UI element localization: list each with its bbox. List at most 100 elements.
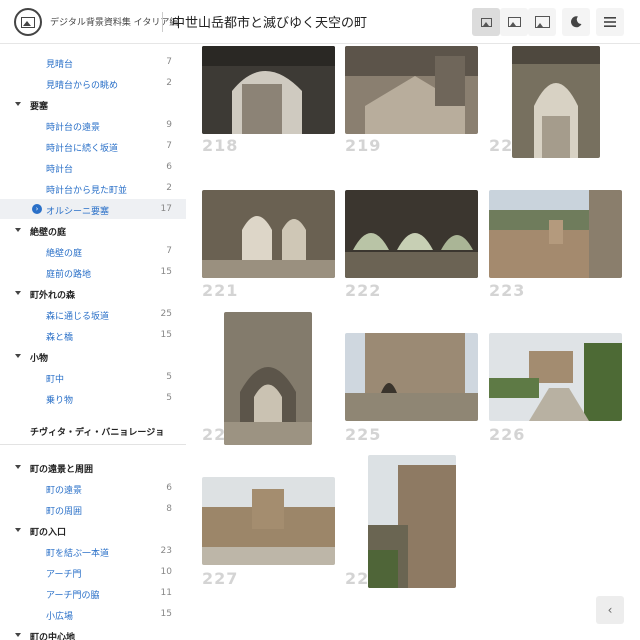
sidebar-item-label: 時計台から見た町並 bbox=[46, 186, 128, 196]
photo-number: 218 bbox=[202, 136, 239, 155]
site-title[interactable]: デジタル背景資料集 イタリア編 bbox=[50, 15, 178, 28]
caret-down-icon bbox=[15, 228, 21, 232]
sidebar-item-label: オルシーニ要塞 bbox=[46, 207, 110, 217]
sidebar-group-label: 町の中心地 bbox=[30, 633, 76, 640]
sidebar-item[interactable]: アーチ門 10 bbox=[0, 562, 186, 582]
sidebar-item-count: 6 bbox=[166, 162, 172, 172]
photo-image bbox=[368, 455, 456, 588]
photo-thumbnail[interactable] bbox=[345, 46, 478, 134]
photo-thumbnail[interactable] bbox=[345, 190, 478, 278]
sidebar-group[interactable]: 小物 bbox=[0, 346, 186, 366]
sidebar-group-label: 町の遠景と周囲 bbox=[30, 465, 94, 475]
sidebar-item[interactable]: 庭前の路地 15 bbox=[0, 262, 186, 282]
photo-thumbnail[interactable] bbox=[368, 455, 456, 588]
caret-down-icon bbox=[15, 354, 21, 358]
sidebar-group[interactable]: 町の入口 bbox=[0, 520, 186, 540]
dark-mode-button[interactable] bbox=[562, 8, 590, 36]
photo-gallery: 218 219 220 221 222 223 224 225 226 227 … bbox=[186, 44, 640, 640]
sidebar-item-count: 17 bbox=[160, 204, 172, 214]
sidebar-item-count: 6 bbox=[166, 483, 172, 493]
view-medium-button[interactable] bbox=[500, 8, 528, 36]
sidebar-group[interactable]: 要塞 bbox=[0, 94, 186, 114]
sidebar-item[interactable]: 町の遠景 6 bbox=[0, 478, 186, 498]
sidebar-item[interactable]: 乗り物 5 bbox=[0, 388, 186, 408]
sidebar-item-count: 9 bbox=[166, 120, 172, 130]
caret-down-icon bbox=[15, 633, 21, 637]
sidebar-item[interactable]: 森と橋 15 bbox=[0, 325, 186, 345]
sidebar-item[interactable]: 小広場 15 bbox=[0, 604, 186, 624]
sidebar-item[interactable]: アーチ門の脇 11 bbox=[0, 583, 186, 603]
sidebar-divider bbox=[0, 444, 186, 445]
sidebar: 見晴台 7 見晴台からの眺め 2 要塞 時計台の遠景 9 時計台に続く坂道 7 時計台 6… bbox=[0, 44, 186, 640]
sidebar-item-current[interactable]: › オルシーニ要塞 17 bbox=[0, 199, 186, 219]
moon-icon bbox=[570, 16, 582, 28]
photo-thumbnail[interactable] bbox=[489, 190, 622, 278]
sidebar-item[interactable]: 町を結ぶ一本道 23 bbox=[0, 541, 186, 561]
photo-number: 225 bbox=[345, 425, 382, 444]
sidebar-item-label: 町の遠景 bbox=[46, 486, 83, 496]
photo-thumbnail[interactable] bbox=[489, 333, 622, 421]
sidebar-item[interactable]: 町中 5 bbox=[0, 367, 186, 387]
photo-image bbox=[202, 477, 335, 565]
sidebar-item[interactable]: 時計台の遠景 9 bbox=[0, 115, 186, 135]
sidebar-group[interactable]: 町の遠景と周囲 bbox=[0, 457, 186, 477]
sidebar-item-count: 23 bbox=[160, 546, 172, 556]
menu-icon bbox=[604, 17, 616, 27]
sidebar-item-count: 2 bbox=[166, 78, 172, 88]
photo-image bbox=[345, 46, 478, 134]
back-button[interactable]: ‹ bbox=[596, 596, 624, 624]
photo-image bbox=[489, 190, 622, 278]
sidebar-item[interactable]: 時計台 6 bbox=[0, 157, 186, 177]
sidebar-item-label: 庭前の路地 bbox=[46, 270, 92, 280]
view-small-button[interactable] bbox=[472, 8, 500, 36]
photo-image bbox=[489, 333, 622, 421]
sidebar-item[interactable]: 町の周囲 8 bbox=[0, 499, 186, 519]
sidebar-item-label: アーチ門 bbox=[46, 570, 82, 580]
menu-button[interactable] bbox=[596, 8, 624, 36]
photo-thumbnail[interactable] bbox=[202, 190, 335, 278]
sidebar-item[interactable]: 見晴台 7 bbox=[0, 52, 186, 72]
sidebar-item[interactable]: 時計台から見た町並 2 bbox=[0, 178, 186, 198]
sidebar-item-label: 時計台 bbox=[46, 165, 74, 175]
sidebar-item-count: 15 bbox=[160, 609, 172, 619]
caret-down-icon bbox=[15, 102, 21, 106]
picture-icon bbox=[21, 16, 35, 28]
photo-image bbox=[345, 190, 478, 278]
photo-thumbnail[interactable] bbox=[202, 46, 335, 134]
header: デジタル背景資料集 イタリア編 中世山岳都市と滅びゆく天空の町 bbox=[0, 0, 640, 44]
picture-icon bbox=[480, 17, 492, 27]
sidebar-group[interactable]: 町の中心地 bbox=[0, 625, 186, 640]
sidebar-item-label: アーチ門の脇 bbox=[46, 591, 100, 601]
caret-down-icon bbox=[15, 465, 21, 469]
sidebar-item[interactable]: 見晴台からの眺め 2 bbox=[0, 73, 186, 93]
sidebar-item[interactable]: 時計台に続く坂道 7 bbox=[0, 136, 186, 156]
sidebar-item-count: 10 bbox=[160, 567, 172, 577]
sidebar-item-count: 15 bbox=[160, 267, 172, 277]
sidebar-group[interactable]: 絶壁の庭 bbox=[0, 220, 186, 240]
photo-number: 227 bbox=[202, 569, 239, 588]
photo-number: 226 bbox=[489, 425, 526, 444]
sidebar-item-label: 町を結ぶ一本道 bbox=[46, 549, 110, 559]
sidebar-group-label: 絶壁の庭 bbox=[30, 228, 67, 238]
sidebar-group[interactable]: 町外れの森 bbox=[0, 283, 186, 303]
page-title: 中世山岳都市と滅びゆく天空の町 bbox=[172, 16, 368, 31]
photo-thumbnail[interactable] bbox=[512, 46, 600, 158]
sidebar-group-label: 町外れの森 bbox=[30, 291, 76, 301]
caret-down-icon bbox=[15, 291, 21, 295]
view-large-button[interactable] bbox=[528, 8, 556, 36]
photo-image bbox=[224, 312, 312, 445]
photo-thumbnail[interactable] bbox=[224, 312, 312, 445]
chevron-right-circle-icon: › bbox=[32, 204, 42, 214]
photo-image bbox=[345, 333, 478, 421]
photo-thumbnail[interactable] bbox=[345, 333, 478, 421]
sidebar-item[interactable]: 森に通じる坂道 25 bbox=[0, 304, 186, 324]
photo-thumbnail[interactable] bbox=[202, 477, 335, 565]
chevron-left-icon: ‹ bbox=[607, 603, 613, 617]
sidebar-item-count: 2 bbox=[166, 183, 172, 193]
sidebar-item[interactable]: 絶壁の庭 7 bbox=[0, 241, 186, 261]
photo-image bbox=[202, 46, 335, 134]
site-logo[interactable] bbox=[14, 8, 42, 36]
sidebar-item-label: 森と橋 bbox=[46, 333, 74, 343]
sidebar-group-label: 町の入口 bbox=[30, 528, 67, 538]
sidebar-section-title[interactable]: チヴィタ・ディ・バニョレージョ bbox=[0, 420, 186, 440]
